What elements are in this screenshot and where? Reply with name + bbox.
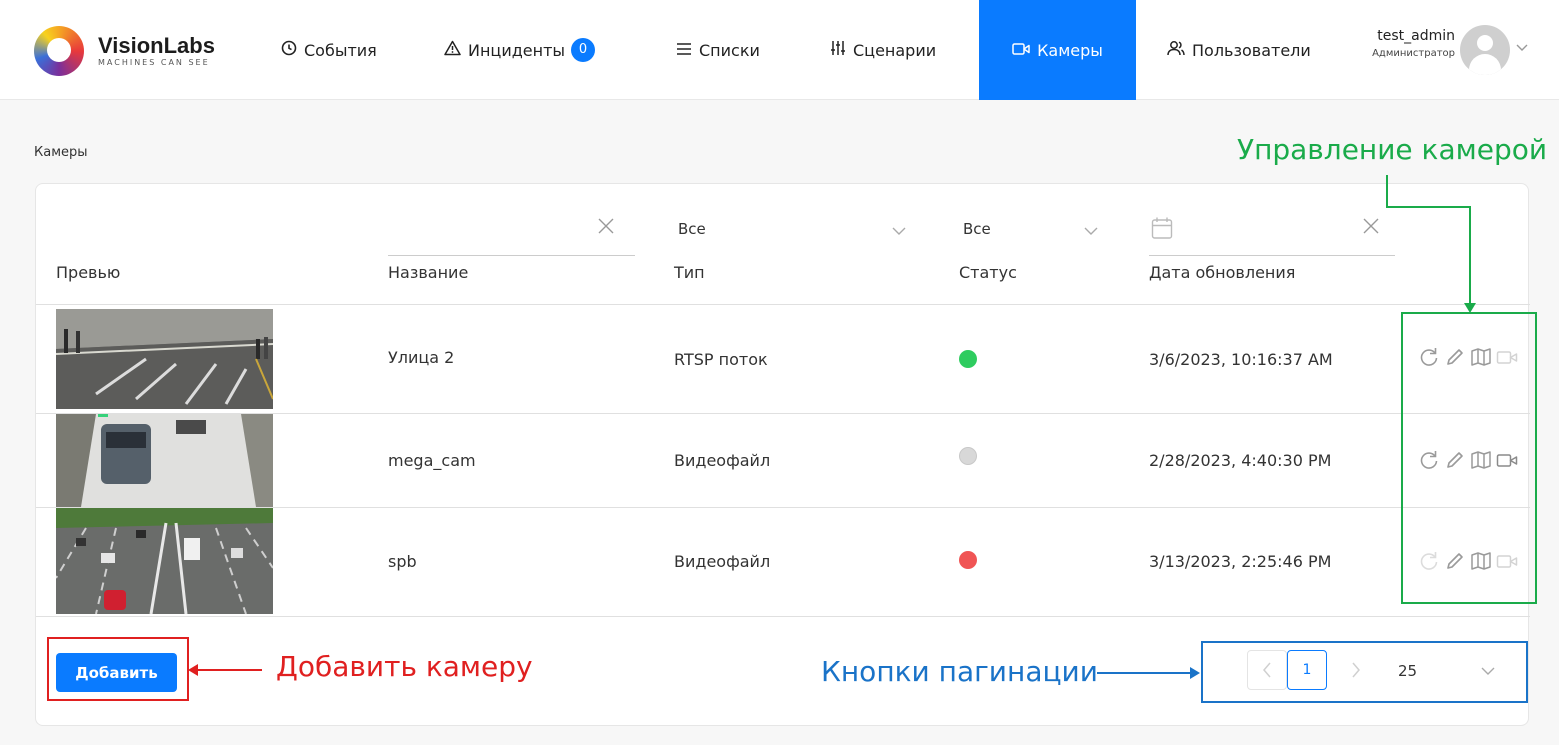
annotation-pagination-label: Кнопки пагинации	[821, 655, 1098, 688]
annotation-arrows	[188, 175, 1476, 679]
annotation-pagination-box	[1201, 641, 1528, 703]
annotation-camera-control-box	[1401, 312, 1537, 604]
annotation-add-camera-box	[47, 637, 189, 701]
annotation-add-camera-label: Добавить камеру	[276, 650, 533, 683]
